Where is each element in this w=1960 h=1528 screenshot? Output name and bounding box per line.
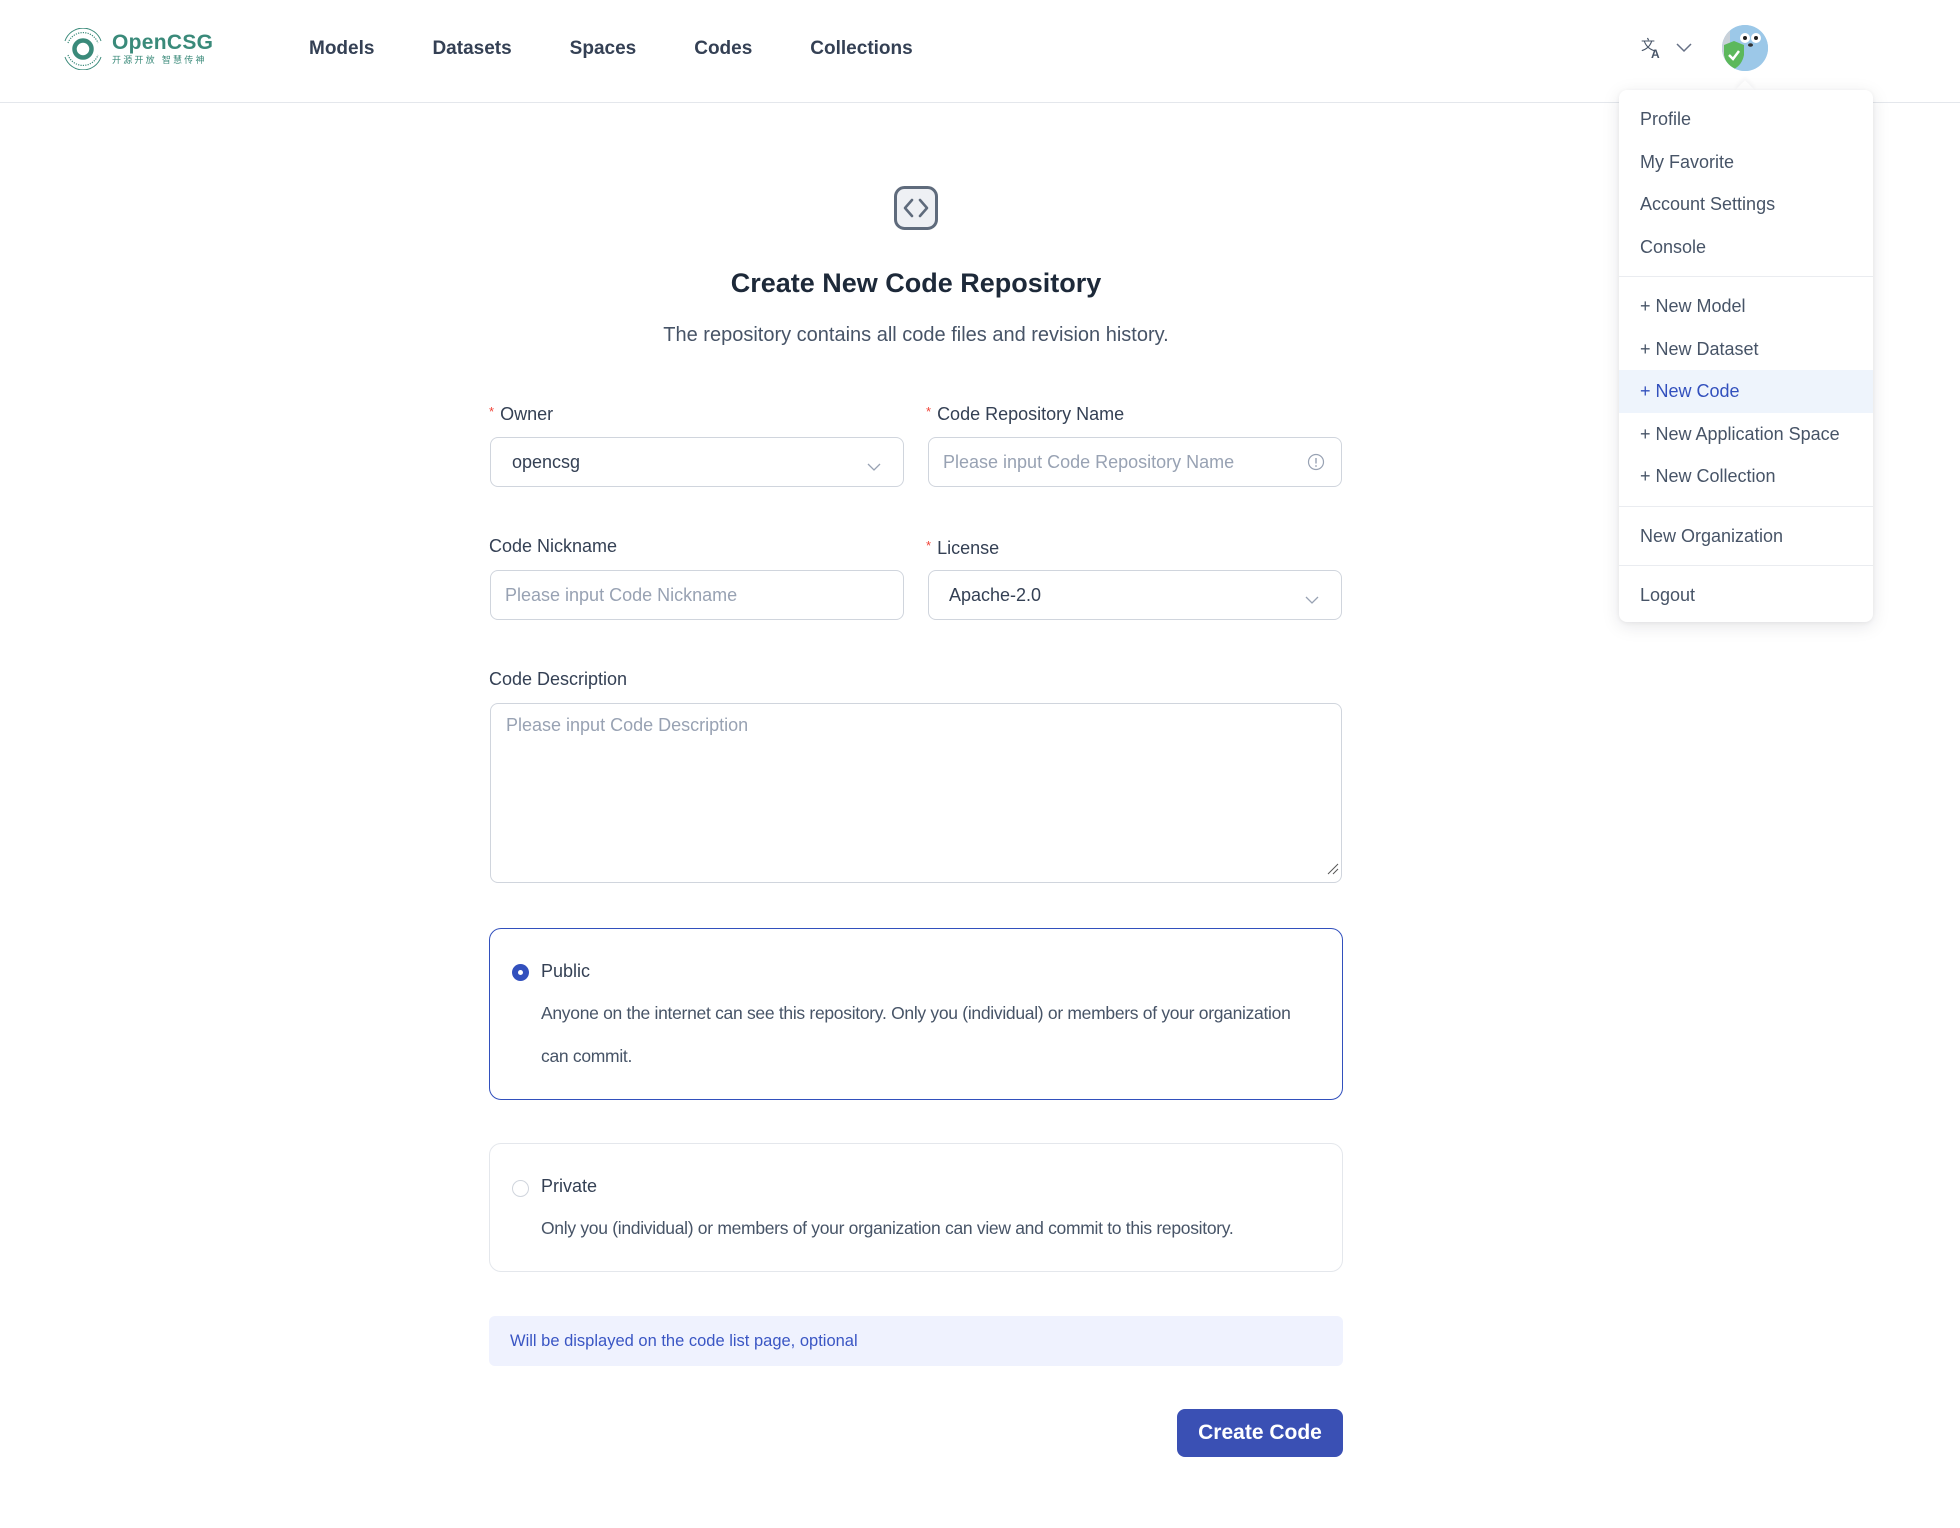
gopher-avatar-icon: [1722, 25, 1768, 71]
page-title: Create New Code Repository: [730, 268, 1102, 298]
nickname-input[interactable]: Please input Code Nickname: [490, 570, 904, 620]
chevron-down-icon: [867, 456, 881, 477]
menu-new-collection[interactable]: + New Collection: [1619, 455, 1873, 498]
menu-divider: [1619, 505, 1873, 507]
menu-new-code[interactable]: + New Code: [1619, 370, 1873, 413]
description-label: Code Description: [489, 669, 628, 689]
avatar[interactable]: [1722, 25, 1768, 71]
nickname-label: Code Nickname: [489, 536, 618, 556]
chevron-down-icon: [1676, 43, 1692, 53]
private-description: Only you (individual) or members of your…: [541, 1218, 1234, 1238]
hint-banner: Will be displayed on the code list page,…: [489, 1316, 1343, 1366]
nav-codes[interactable]: Codes: [694, 36, 752, 62]
svg-text:A: A: [1651, 47, 1660, 60]
translate-icon: 文 A: [1641, 36, 1663, 60]
repo-name-label: * Code Repository Name: [926, 404, 1125, 424]
menu-new-application-space[interactable]: + New Application Space: [1619, 413, 1873, 456]
menu-account-settings[interactable]: Account Settings: [1619, 183, 1873, 226]
nav-datasets[interactable]: Datasets: [432, 36, 511, 62]
logo-title: OpenCSG: [112, 30, 214, 54]
resize-handle-icon[interactable]: [1325, 861, 1339, 880]
page-subtitle: The repository contains all code files a…: [663, 324, 1169, 346]
logo-subtitle: 开源开放 智慧传神: [112, 55, 207, 66]
private-title: Private: [541, 1176, 598, 1196]
description-textarea[interactable]: Please input Code Description: [490, 703, 1342, 883]
nav-models[interactable]: Models: [309, 36, 374, 62]
menu-console[interactable]: Console: [1619, 226, 1873, 269]
menu-profile[interactable]: Profile: [1619, 98, 1873, 141]
chevron-down-icon: [1305, 589, 1319, 610]
public-description: Anyone on the internet can see this repo…: [541, 1003, 1291, 1066]
create-code-button[interactable]: Create Code: [1177, 1409, 1343, 1457]
top-header: OpenCSG 开源开放 智慧传神 Models Datasets Spaces…: [0, 0, 1960, 103]
repo-name-input[interactable]: Please input Code Repository Name: [928, 437, 1342, 487]
owner-label: * Owner: [489, 404, 554, 424]
menu-divider: [1619, 565, 1873, 566]
menu-new-organization[interactable]: New Organization: [1619, 515, 1873, 558]
menu-logout[interactable]: Logout: [1619, 574, 1873, 617]
language-switcher[interactable]: 文 A: [1641, 36, 1692, 60]
opencsg-logo-icon: [62, 27, 104, 71]
user-menu: Profile My Favorite Account Settings Con…: [1619, 90, 1873, 622]
nav-collections[interactable]: Collections: [810, 36, 912, 62]
code-brackets-icon: [894, 186, 938, 230]
menu-my-favorite[interactable]: My Favorite: [1619, 141, 1873, 184]
logo[interactable]: OpenCSG 开源开放 智慧传神: [62, 27, 213, 71]
public-radio[interactable]: [512, 964, 529, 981]
nav-spaces[interactable]: Spaces: [570, 36, 637, 62]
license-label: * License: [926, 538, 1000, 558]
main-nav: Models Datasets Spaces Codes Collections: [309, 36, 971, 62]
private-radio[interactable]: [512, 1180, 529, 1197]
visibility-private-option[interactable]: Private Only you (individual) or members…: [489, 1143, 1343, 1272]
visibility-public-option[interactable]: Public Anyone on the internet can see th…: [489, 928, 1343, 1100]
license-select[interactable]: Apache-2.0: [928, 570, 1342, 620]
info-icon[interactable]: [1307, 453, 1325, 476]
hint-text: Will be displayed on the code list page,…: [510, 1332, 858, 1350]
owner-select[interactable]: opencsg: [490, 437, 904, 487]
public-title: Public: [541, 961, 591, 981]
